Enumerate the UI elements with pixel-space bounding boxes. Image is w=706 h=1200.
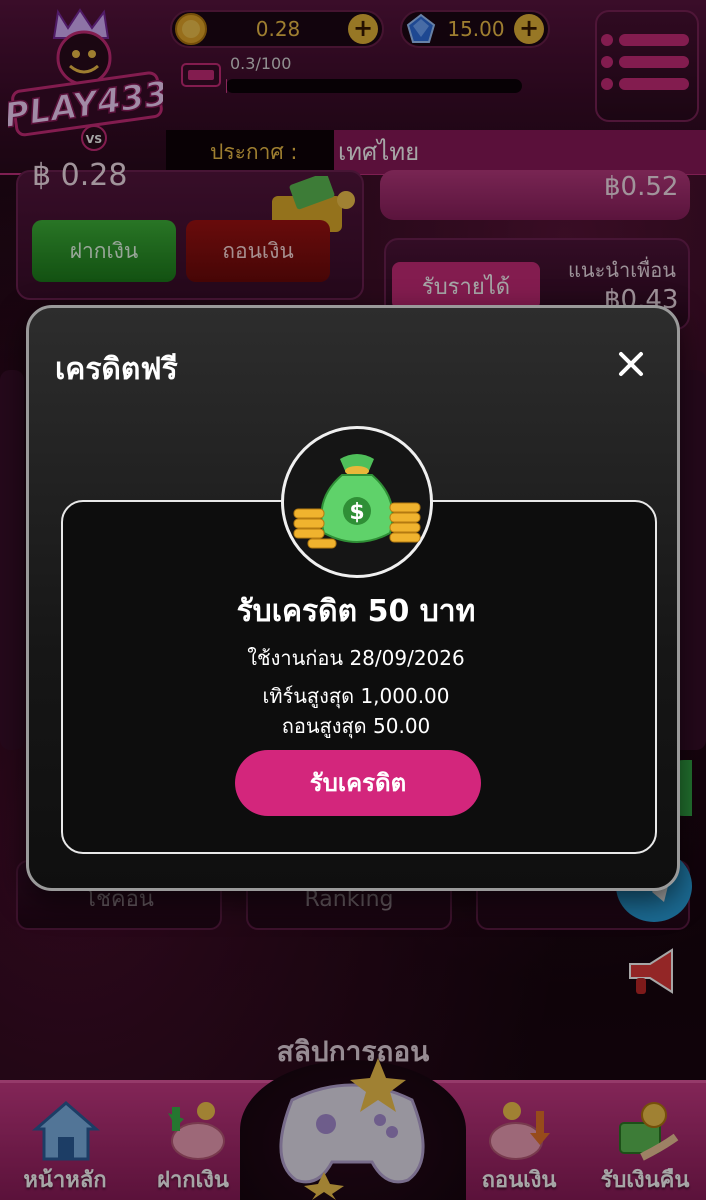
claim-credit-button[interactable]: รับเครดิต xyxy=(235,750,481,816)
svg-text:$: $ xyxy=(349,500,364,525)
money-bag-badge: $ xyxy=(281,426,433,578)
credit-amount-title: รับเครดิต 50 บาท xyxy=(236,594,476,629)
free-credit-modal: เครดิตฟรี $ รับเครดิต 50 บาท ใช้งานก่อน … xyxy=(26,305,680,891)
credit-max-withdraw: ถอนสูงสุด 50.00 xyxy=(281,714,431,738)
credit-max-turnover: เทิร์นสูงสุด 1,000.00 xyxy=(262,684,450,708)
close-icon[interactable] xyxy=(609,342,653,386)
money-bag-icon: $ xyxy=(293,454,421,549)
modal-title: เครดิตฟรี xyxy=(55,352,178,387)
credit-expiry: ใช้งานก่อน 28/09/2026 xyxy=(247,646,465,670)
